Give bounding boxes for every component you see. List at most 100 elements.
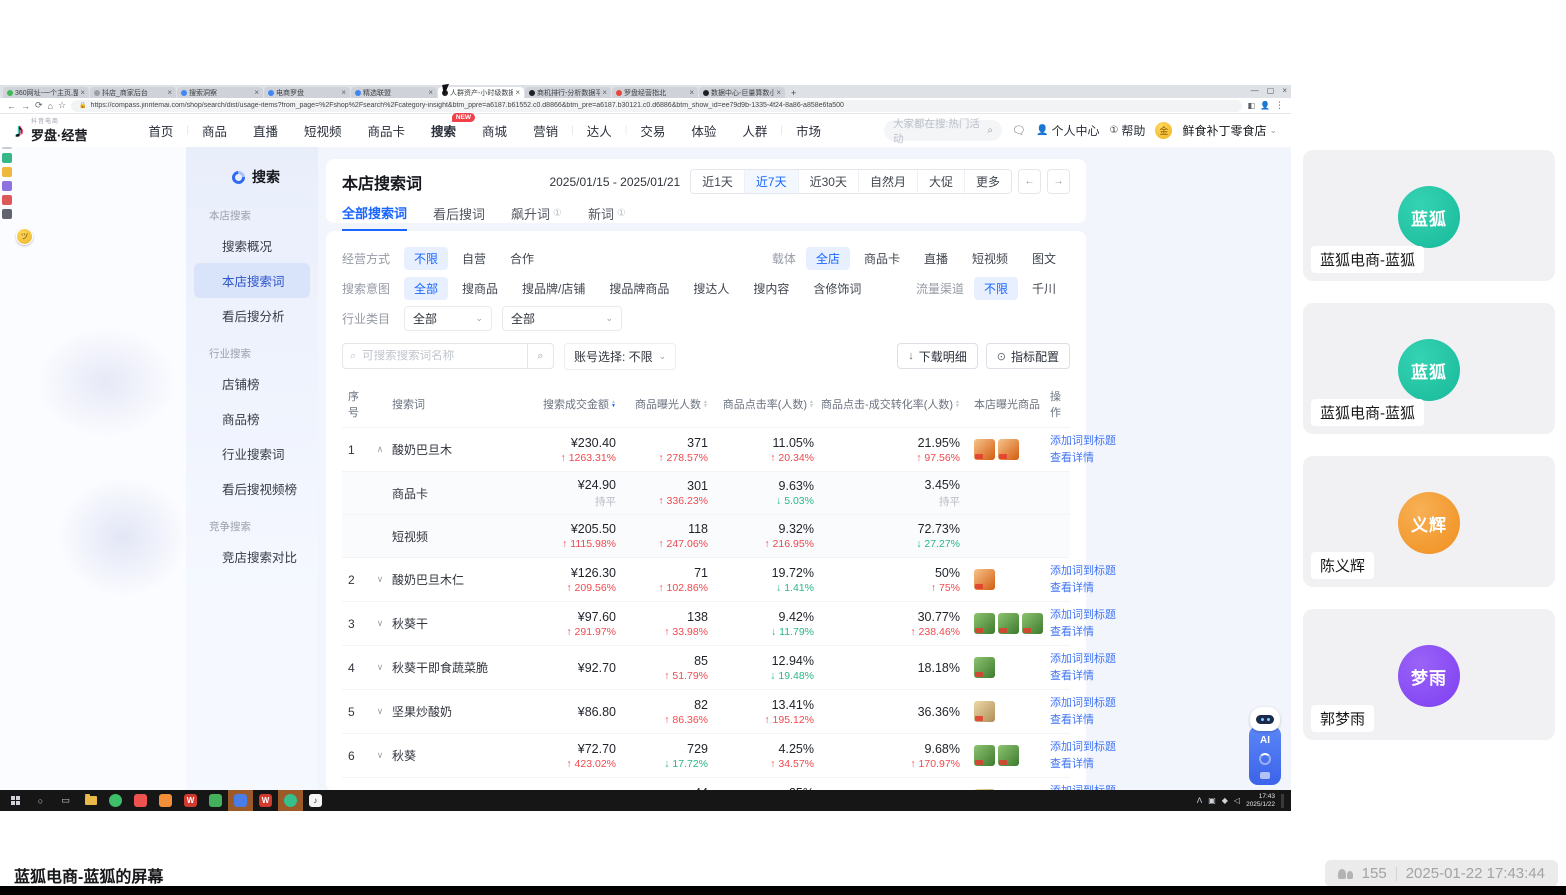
action-link[interactable]: 查看详情	[1050, 756, 1116, 773]
browser-tab[interactable]: 数据中心-巨量算数小时版 ×	[699, 87, 785, 98]
file-explorer-icon[interactable]	[78, 790, 103, 811]
profile-icon[interactable]: 👤	[1260, 101, 1270, 110]
filter-chip[interactable]: 搜内容	[743, 277, 799, 300]
word-search-input[interactable]	[356, 350, 527, 362]
forward-icon[interactable]: →	[21, 101, 30, 111]
nav-item[interactable]: 体验	[678, 121, 729, 140]
filter-chip[interactable]: 含修饰词	[803, 277, 871, 300]
table-row[interactable]: 6 ∨ 秋葵 ¥72.70 ↑ 423.02% 729 ↓ 17.72% 4.25% ↑ …	[342, 733, 1116, 777]
action-link[interactable]: 添加词到标题	[1050, 783, 1116, 791]
browser-menu-icon[interactable]: ⋮	[1275, 100, 1284, 111]
action-link[interactable]: 添加词到标题	[1050, 607, 1116, 624]
taskbar-app-icon[interactable]	[203, 790, 228, 811]
action-link[interactable]: 添加词到标题	[1050, 563, 1116, 580]
home-icon[interactable]: ⌂	[48, 101, 53, 111]
nav-item[interactable]: 达人	[574, 121, 625, 140]
taskbar-app-icon[interactable]	[278, 790, 303, 811]
tray-icon[interactable]: ▣	[1208, 796, 1216, 805]
sidebar-item[interactable]: 行业搜索词	[186, 436, 318, 471]
filter-chip[interactable]: 合作	[500, 247, 544, 270]
sidebar-item[interactable]: 看后搜分析	[186, 298, 318, 333]
table-row[interactable]: 7 ∨ 新疆坚果酸奶片 ¥71.8044↑ 62.96%25%↑ 237.5%1…	[342, 777, 1116, 790]
bookmark-star-icon[interactable]: ☆	[58, 100, 66, 111]
browser-tab[interactable]: 商机排行-分析数据平台 ×	[525, 87, 611, 98]
filter-chip[interactable]: 短视频	[962, 247, 1018, 270]
dock-extension-icon[interactable]	[2, 153, 12, 163]
address-field[interactable]: 🔒 https://compass.jinritemai.com/shop/se…	[71, 99, 1243, 112]
dock-extension-icon[interactable]	[2, 167, 12, 177]
show-desktop-button[interactable]	[1281, 793, 1284, 808]
sidebar-item[interactable]: 搜索概况	[186, 228, 318, 263]
filter-chip[interactable]: 搜达人	[683, 277, 739, 300]
tab-close-icon[interactable]: ×	[341, 88, 346, 97]
nav-item[interactable]: 首页	[135, 121, 186, 140]
collapse-caret-icon[interactable]: ∧	[368, 444, 392, 455]
taskbar-app-icon[interactable]	[153, 790, 178, 811]
filter-chip[interactable]: 搜商品	[452, 277, 508, 300]
product-thumbnail[interactable]	[998, 745, 1019, 766]
task-view-icon[interactable]: ▭	[53, 790, 78, 811]
taskbar-search-icon[interactable]: ○	[28, 790, 53, 811]
product-thumbnail[interactable]	[1022, 613, 1043, 634]
participant-tile[interactable]: 义辉 陈义辉	[1303, 456, 1555, 587]
prev-period-button[interactable]: ←	[1018, 169, 1041, 194]
expand-caret-icon[interactable]: ∨	[368, 662, 392, 673]
filter-chip[interactable]: 搜品牌商品	[599, 277, 679, 300]
range-button[interactable]: 大促	[916, 170, 964, 193]
account-select[interactable]: 账号选择: 不限 ⌄	[564, 342, 677, 370]
table-row[interactable]: 1 ∧ 酸奶巴旦木 ¥230.40 ↑ 1263.31% 371 ↑ 278.57% 1…	[342, 427, 1116, 471]
tab-close-icon[interactable]: ×	[428, 88, 433, 97]
expand-caret-icon[interactable]: ∨	[368, 750, 392, 761]
nav-item[interactable]: 营销	[520, 121, 571, 140]
action-link[interactable]: 查看详情	[1050, 624, 1116, 641]
range-button[interactable]: 自然月	[857, 170, 917, 193]
word-tab[interactable]: 全部搜索词	[342, 203, 408, 231]
browser-tab[interactable]: 电商罗盘 ×	[264, 87, 350, 98]
tab-close-icon[interactable]: ×	[602, 88, 607, 97]
start-button[interactable]	[3, 790, 28, 811]
product-thumbnail[interactable]	[974, 745, 995, 766]
expand-caret-icon[interactable]: ∨	[368, 706, 392, 717]
next-period-button[interactable]: →	[1047, 169, 1070, 194]
sidebar-item[interactable]: 看后搜视频榜	[186, 471, 318, 506]
ai-tool-icon[interactable]	[1260, 772, 1270, 779]
tab-close-icon[interactable]: ×	[689, 88, 694, 97]
category-select-1[interactable]: 全部 ⌄	[404, 305, 492, 331]
product-thumbnail[interactable]	[974, 613, 995, 634]
word-tab[interactable]: 新词 ①	[588, 203, 626, 231]
filter-chip[interactable]: 全店	[805, 246, 850, 270]
compass-logo[interactable]: ♪ 抖音电商 罗盘·经营	[14, 116, 87, 145]
taskbar-app-icon[interactable]	[128, 790, 153, 811]
personal-center-link[interactable]: 👤 个人中心	[1036, 122, 1099, 139]
participant-tile[interactable]: 梦雨 郭梦雨	[1303, 609, 1555, 740]
range-button[interactable]: 近1天	[691, 170, 744, 193]
filter-chip[interactable]: 千川	[1022, 277, 1066, 300]
taskbar-clock[interactable]: 17:43 2025/1/22	[1246, 793, 1275, 809]
range-button[interactable]: 近7天	[743, 170, 798, 193]
nav-item[interactable]: 市场	[783, 121, 834, 140]
taskbar-app-icon[interactable]	[103, 790, 128, 811]
action-link[interactable]: 查看详情	[1050, 668, 1116, 685]
help-link[interactable]: ① 帮助	[1109, 122, 1145, 139]
range-button[interactable]: 近30天	[797, 170, 858, 193]
volume-icon[interactable]: ◁	[1234, 796, 1240, 805]
nav-item[interactable]: 人群	[729, 121, 780, 140]
word-tab[interactable]: 看后搜词	[433, 203, 485, 231]
refresh-icon[interactable]: ⟳	[35, 100, 43, 111]
shop-switcher[interactable]: 鲜食补丁零食店 ⌄	[1182, 122, 1277, 139]
action-link[interactable]: 添加词到标题	[1050, 651, 1116, 668]
dock-extension-icon[interactable]	[2, 209, 12, 219]
maximize-icon[interactable]: ▢	[1267, 86, 1275, 95]
dock-extension-icon[interactable]	[2, 195, 12, 205]
global-search-input[interactable]: 大家都在搜:热门活动 ⌕	[884, 118, 1003, 145]
browser-tab[interactable]: 罗盘经营指北 ×	[612, 87, 698, 98]
filter-chip[interactable]: 搜品牌/店铺	[512, 277, 595, 300]
nav-item[interactable]: 搜索 NEW	[418, 113, 476, 140]
tab-close-icon[interactable]: ×	[254, 88, 259, 97]
category-select-2[interactable]: 全部 ⌄	[502, 305, 622, 331]
product-thumbnail[interactable]	[998, 439, 1019, 460]
floating-plugin-icon[interactable]: ツ	[16, 228, 33, 245]
col-header[interactable]: 商品点击率(人数) ▲ ▼	[708, 396, 814, 412]
browser-tab[interactable]: 360网址-一个主页,整个世界 ×	[3, 87, 89, 98]
dock-extension-icon[interactable]	[2, 181, 12, 191]
